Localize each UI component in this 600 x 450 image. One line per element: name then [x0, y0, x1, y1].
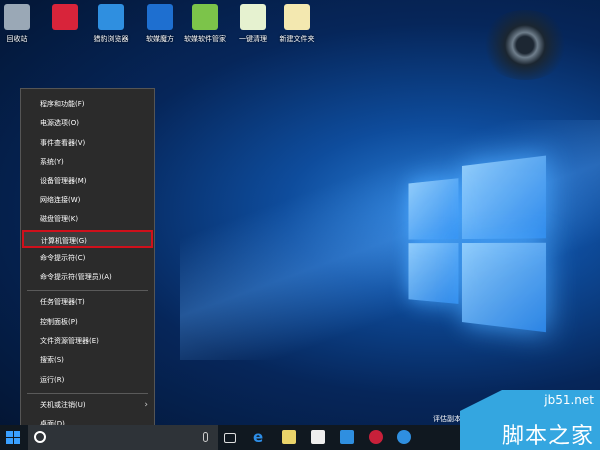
store-icon[interactable] — [311, 430, 325, 444]
menu-item[interactable]: 搜索(S) — [21, 351, 154, 369]
submenu-arrow-icon: › — [144, 400, 148, 410]
browser-icon[interactable] — [397, 430, 411, 444]
menu-item[interactable]: 系统(Y) — [21, 153, 154, 171]
menu-item[interactable]: 命令提示符(管理员)(A) — [21, 268, 154, 286]
menu-item[interactable]: 设备管理器(M) — [21, 172, 154, 190]
desktop-icon-label: 软媒软件管家 — [184, 35, 226, 43]
menu-item[interactable]: 文件资源管理器(E) — [21, 332, 154, 350]
speaker-wallpaper — [480, 10, 570, 80]
file-explorer-icon[interactable] — [282, 430, 296, 444]
desktop-icon[interactable]: 回收站 — [0, 4, 42, 44]
menu-item[interactable]: 任务管理器(T) — [21, 293, 154, 311]
app-icon — [98, 4, 124, 30]
app-icon — [147, 4, 173, 30]
task-view-icon[interactable] — [224, 433, 236, 443]
microphone-icon[interactable] — [203, 432, 208, 442]
watermark-name: 脚本之家 — [501, 424, 594, 449]
red-app-icon[interactable] — [369, 430, 383, 444]
app-icon — [284, 4, 310, 30]
menu-item[interactable]: 关机或注销(U) › — [21, 396, 154, 414]
winx-context-menu: 程序和功能(F) 电源选项(O) 事件查看器(V) 系统(Y) 设备管理器(M) 网络连接… — [20, 88, 155, 432]
menu-item[interactable]: 程序和功能(F) — [21, 95, 154, 113]
edge-icon[interactable]: e — [253, 430, 267, 445]
desktop-icon[interactable]: 一键清理 — [228, 4, 278, 44]
desktop-icon-label: 回收站 — [6, 35, 28, 43]
desktop-icon-label: 软媒魔方 — [146, 35, 174, 43]
menu-item[interactable]: 网络连接(W) — [21, 191, 154, 209]
menu-separator — [27, 290, 148, 291]
desktop-icon[interactable]: 新建文件夹 — [272, 4, 322, 44]
desktop-icon-label: 一键清理 — [239, 35, 267, 43]
desktop-icon[interactable]: 软媒魔方 — [135, 4, 185, 44]
menu-item[interactable]: 命令提示符(C) — [21, 249, 154, 267]
watermark-site: jb51.net — [544, 393, 594, 407]
desktop-icon[interactable]: 猎豹浏览器 — [86, 4, 136, 44]
menu-item[interactable]: 控制面板(P) — [21, 313, 154, 331]
app-icon — [52, 4, 78, 30]
menu-separator — [27, 393, 148, 394]
menu-item[interactable]: 事件查看器(V) — [21, 134, 154, 152]
app-icon — [240, 4, 266, 30]
desktop-icon[interactable]: 软媒软件管家 — [180, 4, 230, 44]
app-icon — [4, 4, 30, 30]
evaluation-copy-text: 评估副本 — [433, 415, 461, 423]
desktop-icon-label: 猎豹浏览器 — [93, 35, 129, 43]
windows-logo-wallpaper — [408, 155, 547, 335]
desktop-icon-label: 新建文件夹 — [279, 35, 315, 43]
menu-item[interactable]: 电源选项(O) — [21, 114, 154, 132]
cortana-search-box[interactable] — [28, 425, 218, 450]
desktop-icon[interactable] — [40, 4, 90, 34]
menu-item[interactable]: 运行(R) — [21, 371, 154, 389]
start-button[interactable] — [6, 431, 20, 444]
app-icon — [192, 4, 218, 30]
cortana-icon — [34, 431, 46, 443]
ruanmei-app-icon[interactable] — [340, 430, 354, 444]
menu-item[interactable]: 计算机管理(G) — [22, 230, 153, 248]
menu-item[interactable]: 磁盘管理(K) — [21, 210, 154, 228]
